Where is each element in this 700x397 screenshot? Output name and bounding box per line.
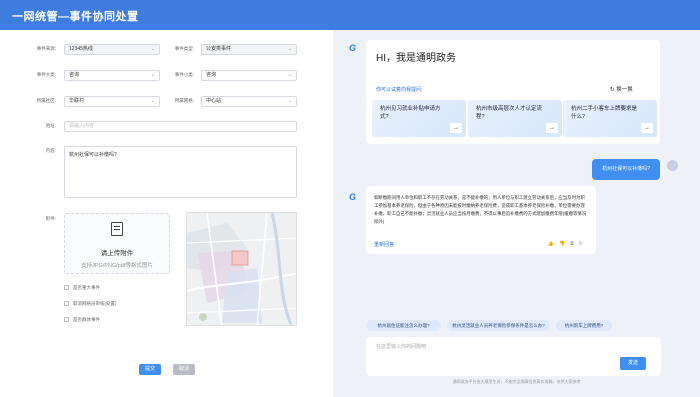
refresh-icon: ↻	[610, 87, 615, 93]
assistant-answer: 如断缴期间用人单位和职工不存在劳动关系，是不能补缴的；用人单位与职工建立劳动关系…	[366, 186, 596, 254]
category-select[interactable]: 咨询 ⌄	[64, 70, 160, 81]
subcategory-label: 事件小类:	[174, 72, 194, 77]
checkbox-icon	[64, 285, 69, 291]
arrow-right-icon: →	[450, 123, 462, 133]
content-textarea[interactable]: 杭州社保可以补缴吗?	[64, 146, 297, 198]
grid-label: 所属网格:	[174, 98, 194, 103]
assistant-logo-icon: G	[349, 192, 357, 202]
location-map[interactable]	[186, 212, 297, 326]
swap-label: 换一换	[616, 87, 633, 93]
user-message: 杭州社保可以补缴吗?	[592, 159, 660, 180]
regenerate-button[interactable]: 重新回答	[374, 241, 394, 248]
community-select[interactable]: 华联村 ⌄	[64, 96, 160, 107]
type-select[interactable]: 公安类事件 ⌄	[201, 44, 297, 55]
arrow-right-icon: →	[546, 123, 558, 133]
checkbox-label: 是否群体事件	[73, 317, 100, 322]
category-value: 咨询	[69, 72, 80, 78]
community-value: 华联村	[69, 98, 85, 104]
chat-input-box[interactable]: 在这里输入你的问题吧 发送	[366, 337, 661, 376]
grid-select[interactable]: 中心站 ⌄	[201, 96, 297, 107]
ask-hint: 你可以试着向我提问:	[376, 87, 423, 93]
suggestion-card[interactable]: 杭州见习就业补贴申请方式? →	[372, 100, 466, 137]
assistant-logo-icon: G	[349, 43, 357, 53]
answer-actions: 👍👎⧉↻	[548, 241, 588, 247]
content-value: 杭州社保可以补缴吗?	[69, 152, 117, 158]
checkbox-skip-review[interactable]: 取消网格员审核(处置)	[64, 301, 117, 307]
user-avatar	[667, 160, 678, 171]
suggestion-card[interactable]: 杭州市级高层次人才认定流程? →	[468, 100, 562, 137]
upload-area[interactable]: 请上传附件 支持JPG/PNG/pdf等格式图片	[64, 213, 170, 274]
checkbox-icon	[64, 301, 69, 307]
attachment-label: 附件:	[45, 216, 56, 221]
thumbs-down-icon[interactable]: 👎	[559, 241, 570, 247]
checkbox-major-event[interactable]: 是否重大事件	[64, 285, 100, 291]
greeting: HI，我是通明政务	[376, 53, 456, 64]
content-label: 内容:	[45, 148, 56, 153]
document-icon	[111, 222, 123, 236]
arrow-right-icon: →	[641, 123, 653, 133]
address-input[interactable]: 请输入内容	[64, 121, 297, 132]
checkbox-label: 是否重大事件	[73, 285, 100, 290]
submit-button[interactable]: 提交	[139, 364, 161, 375]
source-value: 12345热线	[69, 46, 93, 52]
type-value: 公安类事件	[206, 46, 232, 52]
category-label: 事件大类:	[36, 72, 56, 77]
swap-button[interactable]: ↻ 换一换	[610, 85, 633, 93]
map-graphic	[187, 213, 296, 325]
community-label: 所属社区:	[36, 98, 56, 103]
checkbox-group-event[interactable]: 是否群体事件	[64, 317, 100, 323]
checkbox-label: 取消网格员审核(处置)	[73, 301, 117, 306]
quick-chip[interactable]: 杭州灵活就业人员养老保险参保条件是怎么办?	[447, 320, 550, 331]
quick-chip[interactable]: 杭州居住证能注怎么办理?	[366, 320, 441, 331]
address-label: 地址:	[45, 123, 56, 128]
chevron-down-icon: ⌄	[287, 98, 292, 104]
app-title: 一网统管—事件协同处置	[12, 11, 139, 23]
source-label: 事件来源:	[36, 46, 56, 51]
upload-hint: 支持JPG/PNG/pdf等格式图片	[81, 263, 153, 269]
suggestion-text: 杭州见习就业补贴申请方式?	[380, 106, 441, 120]
checkbox-icon	[64, 317, 69, 323]
type-label: 事件类型:	[174, 46, 194, 51]
welcome-card: HI，我是通明政务 你可以试着向我提问: ↻ 换一换 杭州见习就业补贴申请方式?…	[366, 40, 660, 144]
answer-text: 如断缴期间用人单位和职工不存在劳动关系，是不能补缴的；用人单位与职工建立劳动关系…	[374, 195, 587, 224]
send-button[interactable]: 发送	[620, 357, 646, 370]
chat-input-placeholder: 在这里输入你的问题吧	[376, 344, 427, 350]
subcategory-select[interactable]: 咨询 ⌄	[201, 70, 297, 81]
cancel-button[interactable]: 取消	[173, 364, 195, 375]
copy-icon[interactable]: ⧉	[570, 241, 579, 247]
chevron-down-icon: ⌄	[287, 46, 292, 52]
upload-title: 请上传附件	[100, 250, 134, 257]
chevron-down-icon: ⌄	[287, 72, 292, 78]
source-select[interactable]: 12345热线 ⌄	[64, 44, 160, 55]
refresh-icon[interactable]: ↻	[579, 241, 588, 247]
top-bar: 一网统管—事件协同处置	[0, 0, 700, 30]
disclaimer-footer: 通明政务平台由大模型生成，不能完全保障信息真实准确，仅供大家参考	[452, 379, 581, 384]
quick-chip[interactable]: 杭州新车上牌费用?	[556, 320, 612, 331]
suggestion-card[interactable]: 杭州二手小客车上牌要求是什么? →	[563, 100, 657, 137]
grid-value: 中心站	[206, 98, 222, 104]
suggestion-text: 杭州市级高层次人才认定流程?	[476, 106, 543, 120]
suggestion-text: 杭州二手小客车上牌要求是什么?	[571, 106, 638, 120]
subcategory-value: 咨询	[206, 72, 217, 78]
thumbs-up-icon[interactable]: 👍	[548, 241, 559, 247]
